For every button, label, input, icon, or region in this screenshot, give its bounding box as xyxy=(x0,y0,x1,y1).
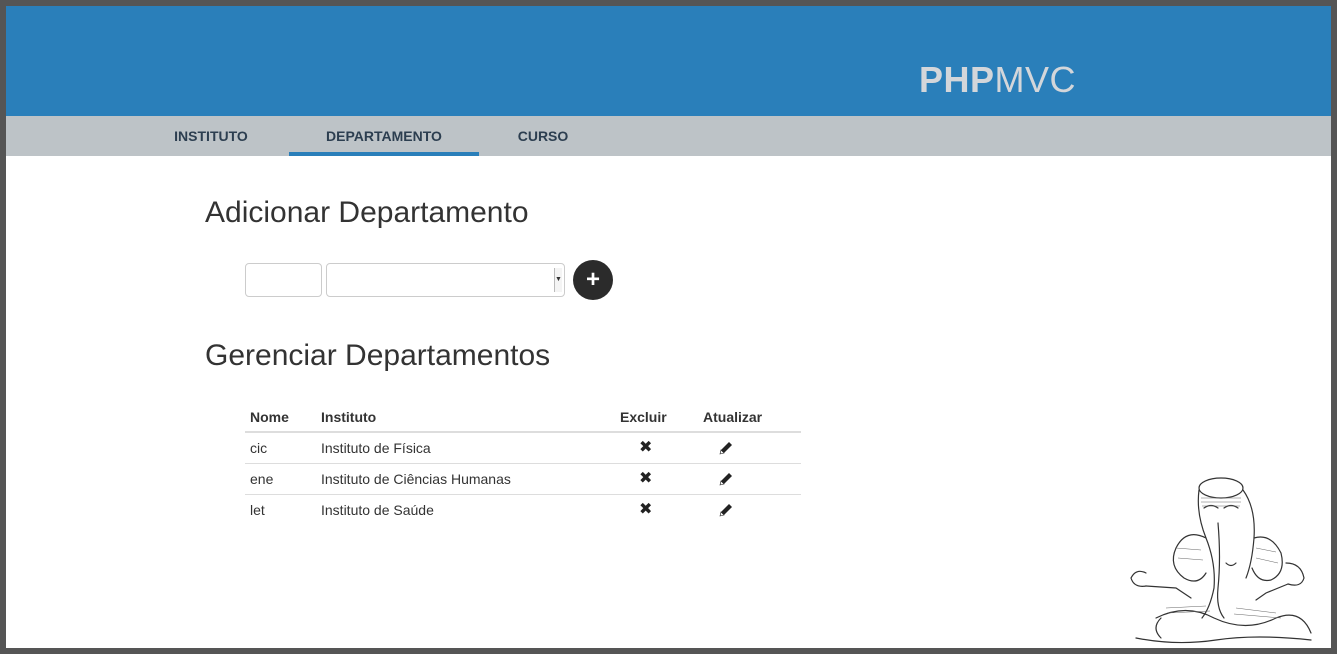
tab-instituto[interactable]: INSTITUTO xyxy=(156,116,266,156)
edit-pencil-icon[interactable] xyxy=(718,502,734,518)
delete-x-icon[interactable]: ✖ xyxy=(639,439,655,456)
table-row: ene Instituto de Ciências Humanas ✖ xyxy=(245,462,801,494)
cell-nome: let xyxy=(245,493,316,525)
instituto-select[interactable]: ▼ xyxy=(326,263,565,297)
cell-instituto: Instituto de Ciências Humanas xyxy=(316,462,615,494)
delete-x-icon[interactable]: ✖ xyxy=(639,501,655,518)
brand-light: MVC xyxy=(994,59,1077,100)
add-button[interactable]: + xyxy=(573,260,613,300)
cell-instituto: Instituto de Física xyxy=(316,431,615,463)
cell-instituto: Instituto de Saúde xyxy=(316,493,615,525)
brand-logo[interactable]: PHPMVC xyxy=(919,60,1076,100)
chevron-down-icon: ▼ xyxy=(554,268,562,292)
tab-curso[interactable]: CURSO xyxy=(503,116,583,156)
departamentos-table: Nome Instituto Excluir Atualizar cic Ins… xyxy=(245,402,801,525)
cell-nome: cic xyxy=(245,431,316,463)
manage-title: Gerenciar Departamentos xyxy=(205,339,551,372)
col-instituto: Instituto xyxy=(316,402,615,433)
table-row: cic Instituto de Física ✖ xyxy=(245,431,801,463)
elephant-mascot-icon xyxy=(1130,477,1312,644)
header-bar: PHPMVC xyxy=(6,6,1331,116)
col-excluir: Excluir xyxy=(615,402,698,433)
cell-nome: ene xyxy=(245,462,316,494)
col-atualizar: Atualizar xyxy=(698,402,801,433)
table-header-row: Nome Instituto Excluir Atualizar xyxy=(245,402,801,433)
plus-icon: + xyxy=(585,266,600,293)
page-frame: PHPMVC INSTITUTO DEPARTAMENTO CURSO Adic… xyxy=(6,6,1331,648)
tab-departamento[interactable]: DEPARTAMENTO xyxy=(289,116,479,156)
delete-x-icon[interactable]: ✖ xyxy=(639,470,655,487)
brand-bold: PHP xyxy=(919,59,995,100)
edit-pencil-icon[interactable] xyxy=(718,471,734,487)
add-title: Adicionar Departamento xyxy=(205,196,529,229)
nome-input[interactable] xyxy=(245,263,322,297)
nav-bar: INSTITUTO DEPARTAMENTO CURSO xyxy=(6,116,1331,156)
table-row: let Instituto de Saúde ✖ xyxy=(245,493,801,525)
col-nome: Nome xyxy=(245,402,316,433)
edit-pencil-icon[interactable] xyxy=(718,440,734,456)
